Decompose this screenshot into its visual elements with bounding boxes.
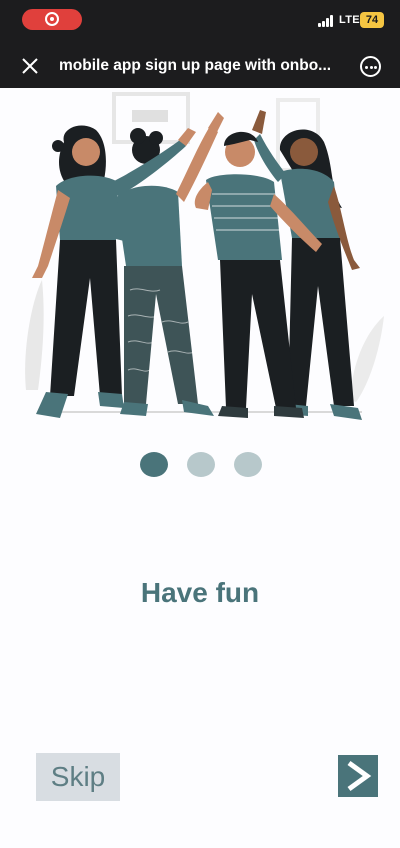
page-indicator [140,452,264,478]
screen-recording-indicator[interactable] [22,9,82,30]
page-title: mobile app sign up page with onbo... [59,57,332,74]
browser-toolbar: mobile app sign up page with onbo... [0,44,400,88]
status-bar: LTE 74 [0,0,400,44]
close-icon[interactable] [20,56,40,76]
page-dot-3[interactable] [234,452,262,477]
battery-icon: 74 [360,12,384,28]
page-dot-2[interactable] [187,452,215,477]
page-dot-1-active[interactable] [140,452,168,477]
onboarding-headline: Have fun [140,577,260,608]
network-type: LTE [339,14,360,26]
signal-icon [318,15,334,27]
chevron-right-icon [347,760,372,792]
more-icon[interactable] [360,56,381,77]
skip-button[interactable]: Skip [36,753,120,801]
high-five-illustration [25,92,384,420]
onboarding-screen: Have fun Skip [0,88,400,848]
next-button[interactable] [338,755,378,797]
record-icon [45,12,59,26]
